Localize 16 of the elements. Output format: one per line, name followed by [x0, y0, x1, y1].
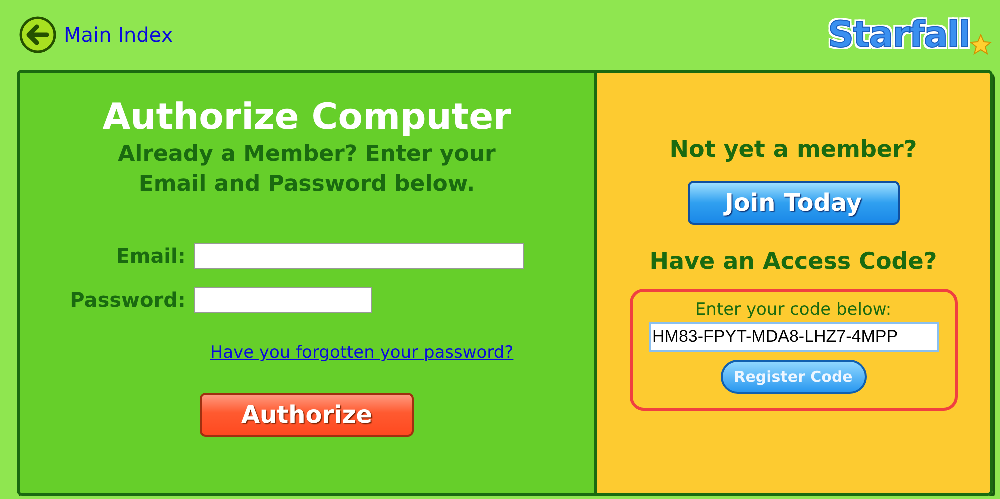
access-code-heading: Have an Access Code?	[650, 249, 938, 275]
code-prompt: Enter your code below:	[695, 300, 892, 320]
field-label: Email:	[115, 244, 186, 268]
panel-subtitle: Already a Member? Enter your Email and Password below.	[117, 141, 497, 199]
panel-title: Authorize Computer	[102, 97, 512, 138]
password-field[interactable]	[194, 287, 372, 314]
field-label: Password:	[70, 288, 186, 312]
star-icon	[970, 34, 992, 56]
main-index-link[interactable]: Main Index	[64, 23, 174, 47]
join-today-button[interactable]: Join Today	[688, 181, 900, 225]
logo: Starfall	[828, 14, 970, 56]
authorize-button[interactable]: Authorize	[200, 393, 414, 438]
email-field[interactable]	[194, 243, 524, 270]
forgot-password-link[interactable]: Have you forgotten your password?	[210, 343, 514, 364]
code-field[interactable]: HM83-FPYT-MDA8-LHZ7-4MPP	[648, 322, 938, 352]
member-heading: Not yet a member?	[670, 137, 918, 163]
